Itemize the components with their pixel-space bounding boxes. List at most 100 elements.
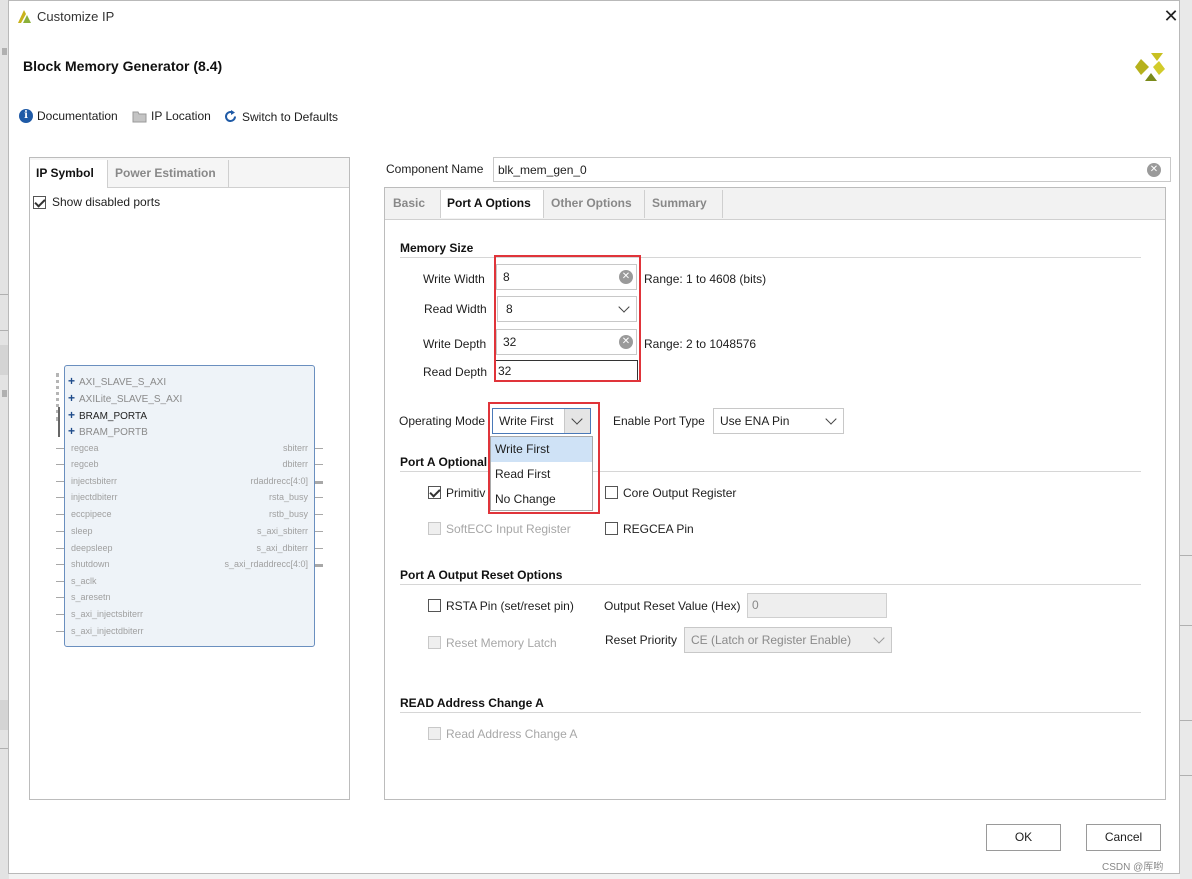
port-sleep: sleep [71, 526, 93, 536]
port-stub [56, 631, 64, 632]
port-a-optional-title: Port A Optional [400, 455, 488, 469]
port-stub [315, 514, 323, 515]
port-rdaddrecc: rdaddrecc[4:0] [250, 476, 308, 486]
read-address-change-title: READ Address Change A [400, 696, 544, 710]
close-icon[interactable]: ✕ [1161, 6, 1181, 26]
tab-summary[interactable]: Summary [646, 190, 723, 218]
port-eccpipece: eccpipece [71, 509, 112, 519]
port-injectdbiterr: injectdbiterr [71, 492, 118, 502]
port-s-axi-dbiterr: s_axi_dbiterr [256, 543, 308, 553]
port-s-aresetn: s_aresetn [71, 592, 111, 602]
port-stub [315, 464, 323, 465]
bus-port-axi-slave: + AXI_SLAVE_S_AXI [68, 374, 167, 388]
clear-icon[interactable]: ✕ [1147, 163, 1161, 177]
port-stub [315, 497, 323, 498]
rsta-pin-checkbox[interactable] [428, 599, 441, 612]
operating-mode-label: Operating Mode [399, 414, 486, 428]
show-disabled-ports-checkbox[interactable] [33, 195, 46, 209]
reset-memory-latch-label: Reset Memory Latch [446, 636, 557, 650]
port-s-axi-injectdbiterr: s_axi_injectdbiterr [71, 626, 144, 636]
port-stub [315, 448, 323, 449]
read-width-label: Read Width [424, 302, 487, 316]
primitives-output-register-checkbox[interactable] [428, 486, 441, 499]
tab-ip-symbol[interactable]: IP Symbol [30, 160, 108, 188]
core-output-register-label: Core Output Register [623, 486, 737, 500]
divider [400, 712, 1141, 713]
port-stub [56, 597, 64, 598]
ip-location-label: IP Location [151, 109, 211, 123]
chevron-down-icon [873, 632, 885, 644]
write-depth-label: Write Depth [423, 337, 487, 351]
port-sbiterr: sbiterr [282, 443, 308, 453]
regcea-pin-label: REGCEA Pin [623, 522, 694, 536]
port-rstb-busy: rstb_busy [268, 509, 308, 519]
tab-port-a-options[interactable]: Port A Options [441, 190, 544, 218]
read-depth-label: Read Depth [423, 365, 488, 379]
write-depth-range: Range: 2 to 1048576 [644, 337, 757, 351]
component-name-input[interactable]: blk_mem_gen_0 [493, 157, 1171, 182]
highlight-box-memory-size [494, 255, 641, 382]
port-stub [315, 481, 323, 484]
memory-size-title: Memory Size [400, 241, 474, 255]
folder-icon [132, 111, 147, 122]
port-injectsbiterr: injectsbiterr [71, 476, 118, 486]
bus-connector-active [58, 407, 60, 437]
ok-button[interactable]: OK [986, 824, 1061, 851]
core-output-register-checkbox[interactable] [605, 486, 618, 499]
port-stub [56, 514, 64, 515]
port-stub [56, 448, 64, 449]
port-stub [315, 548, 323, 549]
port-stub [56, 531, 64, 532]
port-stub [56, 481, 64, 482]
port-dbiterr: dbiterr [282, 459, 308, 469]
read-address-change-checkbox [428, 727, 441, 740]
output-reset-value-input: 0 [747, 593, 887, 618]
port-s-axi-injectsbiterr: s_axi_injectsbiterr [71, 609, 144, 619]
switch-to-defaults-button[interactable]: Switch to Defaults [223, 109, 338, 124]
switch-to-defaults-label: Switch to Defaults [242, 109, 339, 124]
expand-icon[interactable]: + [68, 424, 75, 438]
expand-icon[interactable]: + [68, 391, 75, 405]
port-deepsleep: deepsleep [71, 543, 113, 553]
ip-location-button[interactable]: IP Location [132, 109, 211, 123]
documentation-button[interactable]: i Documentation [19, 109, 118, 123]
expand-icon[interactable]: + [68, 408, 75, 422]
expand-icon[interactable]: + [68, 374, 75, 388]
regcea-pin-checkbox[interactable] [605, 522, 618, 535]
chevron-down-icon [825, 413, 837, 425]
tab-other-options[interactable]: Other Options [545, 190, 645, 218]
refresh-icon [225, 110, 237, 123]
divider [400, 584, 1141, 585]
primitives-output-register-label: Primitiv [446, 486, 486, 500]
softecc-input-register-checkbox [428, 522, 441, 535]
window-title: Customize IP [37, 9, 115, 24]
info-icon: i [19, 109, 33, 123]
bus-port-axilite-slave: + AXILite_SLAVE_S_AXI [68, 391, 183, 405]
port-stub [56, 564, 64, 565]
cancel-button[interactable]: Cancel [1086, 824, 1161, 851]
documentation-label: Documentation [37, 109, 118, 123]
watermark: CSDN @厍哟 [1102, 862, 1164, 873]
ip-symbol-block: + AXI_SLAVE_S_AXI + AXILite_SLAVE_S_AXI + B… [64, 365, 315, 647]
port-regcea: regcea [71, 443, 99, 453]
xilinx-logo-icon [1135, 53, 1165, 81]
output-reset-title: Port A Output Reset Options [400, 568, 563, 582]
title-bar: Customize IP ✕ [9, 1, 1179, 32]
bus-port-bram-porta: + BRAM_PORTA [68, 408, 147, 422]
port-stub [56, 614, 64, 615]
port-s-axi-sbiterr: s_axi_sbiterr [256, 526, 308, 536]
background-window-right [1180, 0, 1192, 879]
enable-port-type-combo[interactable]: Use ENA Pin [713, 408, 844, 434]
port-stub [56, 548, 64, 549]
port-stub [315, 564, 323, 567]
left-tab-bar: IP Symbol Power Estimation [30, 158, 349, 188]
tab-basic[interactable]: Basic [385, 190, 441, 218]
reset-memory-latch-checkbox [428, 636, 441, 649]
port-shutdown: shutdown [71, 559, 110, 569]
tab-power-estimation[interactable]: Power Estimation [109, 160, 229, 188]
vivado-icon [18, 10, 31, 23]
port-stub [315, 531, 323, 532]
show-disabled-ports-label: Show disabled ports [52, 195, 161, 209]
port-stub [56, 581, 64, 582]
enable-port-type-label: Enable Port Type [613, 414, 705, 428]
